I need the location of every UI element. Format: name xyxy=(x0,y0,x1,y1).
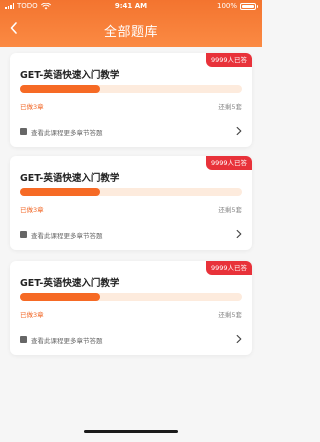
answered-count-badge: 9999人已答 xyxy=(205,156,252,170)
progress-bar xyxy=(20,188,242,196)
progress-fill xyxy=(20,293,100,301)
document-icon xyxy=(20,128,27,135)
answered-count-badge: 9999人已答 xyxy=(205,261,252,275)
document-icon xyxy=(20,231,27,238)
sets-remaining-label: 还剩5套 xyxy=(218,103,242,111)
course-card[interactable]: 9999人已答 GET-英语快速入门教学 已做3章 还剩5套 查看此课程更多章节… xyxy=(10,53,252,147)
view-more-label: 查看此课程更多章节答题 xyxy=(31,129,103,137)
view-more-label: 查看此课程更多章节答题 xyxy=(31,232,103,240)
view-more-chapters-link[interactable]: 查看此课程更多章节答题 xyxy=(20,229,242,240)
chevron-right-icon xyxy=(236,126,242,136)
course-title: GET-英语快速入门教学 xyxy=(20,173,120,184)
document-icon xyxy=(20,336,27,343)
view-more-chapters-link[interactable]: 查看此课程更多章节答题 xyxy=(20,126,242,137)
sets-remaining-label: 还剩5套 xyxy=(218,206,242,214)
course-card[interactable]: 9999人已答 GET-英语快速入门教学 已做3章 还剩5套 查看此课程更多章节… xyxy=(10,156,252,250)
course-title: GET-英语快速入门教学 xyxy=(20,70,120,81)
progress-fill xyxy=(20,85,100,93)
course-card[interactable]: 9999人已答 GET-英语快速入门教学 已做3章 还剩5套 查看此课程更多章节… xyxy=(10,261,252,355)
battery-percent: 100% xyxy=(216,2,237,10)
answered-count-badge: 9999人已答 xyxy=(205,53,252,67)
chevron-right-icon xyxy=(236,229,242,239)
course-title: GET-英语快速入门教学 xyxy=(20,278,120,289)
header: TODO 9:41 AM 100% 全部题库 xyxy=(0,0,262,47)
sets-remaining-label: 还剩5套 xyxy=(218,311,242,319)
chapters-done-label: 已做3章 xyxy=(20,103,44,111)
home-indicator xyxy=(84,430,178,433)
nav-bar: 全部题库 xyxy=(0,15,262,43)
progress-bar xyxy=(20,85,242,93)
chapters-done-label: 已做3章 xyxy=(20,311,44,319)
page-title: 全部题库 xyxy=(103,25,158,40)
battery-icon xyxy=(240,2,258,10)
chapters-done-label: 已做3章 xyxy=(20,206,44,214)
chevron-right-icon xyxy=(236,334,242,344)
view-more-label: 查看此课程更多章节答题 xyxy=(31,337,103,345)
progress-fill xyxy=(20,188,100,196)
status-bar: TODO 9:41 AM 100% xyxy=(0,0,262,14)
progress-bar xyxy=(20,293,242,301)
view-more-chapters-link[interactable]: 查看此课程更多章节答题 xyxy=(20,334,242,345)
